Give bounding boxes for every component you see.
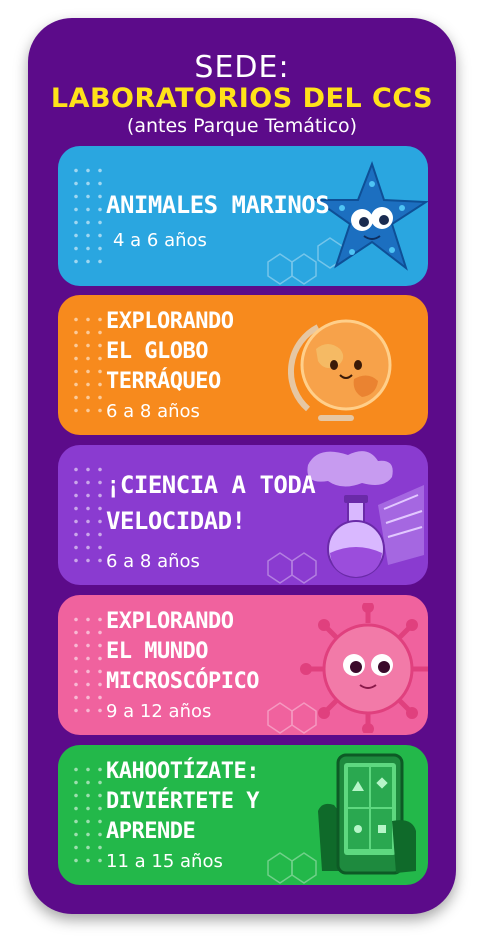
globe-icon: [288, 319, 392, 421]
starfish-icon: [312, 161, 428, 271]
workshop-card-ciencia-velocidad[interactable]: ¡CIENCIA A TODA VELOCIDAD! 6 a 8 años: [58, 445, 428, 585]
workshop-card-globo-terraqueo[interactable]: EXPLORANDO EL GLOBO TERRÁQUEO 6 a 8 años: [58, 295, 428, 435]
dot-pattern: [70, 313, 106, 417]
workshop-title: ¡CIENCIA A TODA VELOCIDAD!: [106, 471, 316, 535]
workshop-title: KAHOOTÍZATE: DIVIÉRTETE Y APRENDE: [106, 759, 259, 844]
dot-pattern: [70, 763, 106, 867]
age-range: 6 a 8 años: [106, 401, 200, 422]
header: SEDE: LABORATORIOS DEL CCS (antes Parque…: [28, 52, 456, 138]
workshop-card-animales-marinos[interactable]: ANIMALES MARINOS 4 a 6 años: [58, 146, 428, 286]
age-range: 11 a 15 años: [106, 851, 223, 872]
venue-panel: SEDE: LABORATORIOS DEL CCS (antes Parque…: [28, 18, 456, 914]
former-name: (antes Parque Temático): [126, 115, 358, 137]
dot-pattern: [70, 613, 106, 717]
workshop-title: EXPLORANDO EL GLOBO TERRÁQUEO: [106, 309, 234, 394]
microbe-icon: [300, 603, 428, 733]
age-range: 4 a 6 años: [113, 230, 207, 251]
age-range: 6 a 8 años: [106, 551, 200, 572]
phone-icon: [318, 753, 416, 875]
workshop-title: ANIMALES MARINOS: [106, 191, 330, 219]
dot-pattern: [70, 164, 106, 268]
workshop-card-mundo-microscopico[interactable]: EXPLORANDO EL MUNDO MICROSCÓPICO 9 a 12 …: [58, 595, 428, 735]
venue-name: LABORATORIOS DEL CCS: [50, 83, 434, 114]
workshop-card-kahootizate[interactable]: KAHOOTÍZATE: DIVIÉRTETE Y APRENDE 11 a 1…: [58, 745, 428, 885]
dot-pattern: [70, 463, 106, 567]
sede-label: SEDE:: [194, 50, 290, 85]
age-range: 9 a 12 años: [106, 701, 212, 722]
workshop-title: EXPLORANDO EL MUNDO MICROSCÓPICO: [106, 609, 259, 694]
